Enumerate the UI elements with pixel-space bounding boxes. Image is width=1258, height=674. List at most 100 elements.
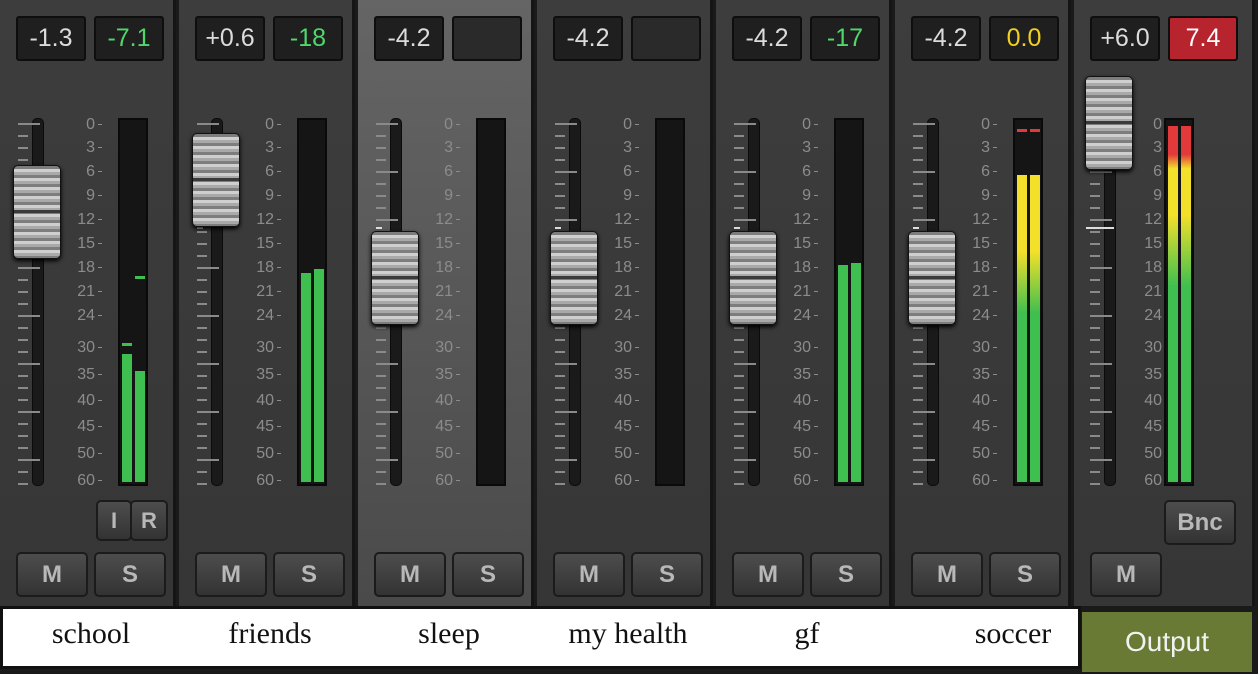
fader-scale-tick [18, 327, 28, 329]
meter-scale-label: 35 [65, 367, 102, 383]
fader-scale-tick [18, 291, 28, 293]
solo-button[interactable]: S [989, 552, 1061, 597]
meter-scale-label: 45 [423, 419, 460, 435]
fader-scale-tick [18, 315, 40, 317]
mute-button[interactable]: M [195, 552, 267, 597]
fader-scale-tick [913, 387, 923, 389]
fader-scale-tick [376, 159, 386, 161]
meter-scale-label: 50 [65, 446, 102, 462]
volume-display: -4.2 [374, 16, 444, 61]
meter-scale-label: 24 [65, 308, 102, 324]
fader-scale-tick [555, 435, 565, 437]
fader-scale-tick [913, 159, 923, 161]
fader-scale-tick [376, 147, 386, 149]
channel-strip[interactable]: -1.3 -7.1 0 3 6 9 12 15 18 21 24 30 35 40 45 50 60 I R M S [0, 0, 176, 606]
meter-scale-label: 40 [65, 393, 102, 409]
fader-handle[interactable] [371, 231, 419, 325]
meter-scale-label: 24 [602, 308, 639, 324]
fader-scale-tick [913, 447, 923, 449]
fader-scale-tick [913, 147, 923, 149]
fader-scale-tick [734, 435, 744, 437]
fader-scale-tick [376, 207, 386, 209]
meter-scale-label: 60 [423, 473, 460, 489]
meter-scale-label: 35 [244, 367, 281, 383]
fader-scale-tick [376, 195, 386, 197]
solo-button[interactable]: S [273, 552, 345, 597]
meter-scale-label: 3 [244, 140, 281, 156]
meter-scale-label: 3 [781, 140, 818, 156]
meter-scale-label: 18 [1132, 260, 1169, 276]
mute-button[interactable]: M [374, 552, 446, 597]
meter-scale-label: 0 [960, 117, 997, 133]
mute-button[interactable]: M [911, 552, 983, 597]
meter-scale-label: 6 [244, 164, 281, 180]
channel-strip[interactable]: +0.6 -18 0 3 6 9 12 15 18 21 24 30 35 40 45 50 60 M S [179, 0, 355, 606]
bounce-button[interactable]: Bnc [1164, 500, 1236, 545]
fader-scale-tick [376, 327, 386, 329]
fader-scale-tick [734, 123, 756, 125]
fader-scale-tick [18, 387, 28, 389]
peak-display: 0.0 [989, 16, 1059, 61]
meter-bar [1181, 126, 1191, 482]
mute-button[interactable]: M [1090, 552, 1162, 597]
fader-handle[interactable] [13, 165, 61, 259]
mute-button[interactable]: M [553, 552, 625, 597]
channel-strip[interactable]: -4.2 0 3 6 9 12 15 18 21 24 30 35 40 45 50 60 M S [358, 0, 534, 606]
channel-strip[interactable]: -4.2 0.0 0 3 6 9 12 15 18 21 24 30 35 40 45 50 60 M S [895, 0, 1071, 606]
record-enable-button[interactable]: R [130, 500, 168, 541]
fader-scale-tick [734, 327, 744, 329]
meter-scale-label: 21 [244, 284, 281, 300]
fader-scale-tick [197, 231, 207, 233]
fader-scale-tick [913, 363, 935, 365]
meter-scale-label: 45 [244, 419, 281, 435]
meter-scale-label: 50 [244, 446, 281, 462]
fader-handle[interactable] [192, 133, 240, 227]
meter-bar [838, 265, 848, 482]
meter-peak-hold [122, 342, 132, 346]
solo-button[interactable]: S [810, 552, 882, 597]
meter-scale-label: 18 [781, 260, 818, 276]
fader-scale-tick [376, 183, 386, 185]
fader-scale-tick [197, 483, 207, 485]
meter-scale-label: 15 [960, 236, 997, 252]
mute-button[interactable]: M [16, 552, 88, 597]
mute-button[interactable]: M [732, 552, 804, 597]
meter-scale-label: 40 [781, 393, 818, 409]
fader-scale-tick [734, 447, 744, 449]
fader-scale-tick [197, 399, 207, 401]
meter-bar [314, 269, 324, 482]
solo-button[interactable]: S [452, 552, 524, 597]
fader-handle[interactable] [550, 231, 598, 325]
fader-handle[interactable] [1085, 76, 1133, 170]
fader-scale-tick [734, 159, 744, 161]
meter-scale-label: 35 [602, 367, 639, 383]
fader-scale-tick [555, 351, 565, 353]
fader-unity-mark [555, 227, 561, 229]
meter-scale-label: 60 [1132, 473, 1169, 489]
output-strip[interactable]: +6.0 7.4 0 3 6 9 12 15 18 21 24 30 35 40 45 50 60 Bnc M [1074, 0, 1255, 606]
fader-scale-tick [18, 375, 28, 377]
meter-scale-label: 60 [960, 473, 997, 489]
solo-button[interactable]: S [94, 552, 166, 597]
meter-peak-hold [1017, 128, 1027, 132]
output-label: Output [1082, 612, 1252, 672]
meter-scale-label: 3 [960, 140, 997, 156]
channel-strip[interactable]: -4.2 -17 0 3 6 9 12 15 18 21 24 30 35 40 45 50 60 M S [716, 0, 892, 606]
fader-handle[interactable] [729, 231, 777, 325]
fader-scale-tick [913, 327, 923, 329]
meter-scale-label: 3 [1132, 140, 1169, 156]
meter-scale-label: 0 [1132, 117, 1169, 133]
fader-scale-tick [376, 447, 386, 449]
fader-scale-tick [913, 219, 935, 221]
meter-scale-label: 24 [423, 308, 460, 324]
meter-bar [135, 370, 145, 482]
fader-scale-tick [1090, 339, 1100, 341]
input-monitor-button[interactable]: I [96, 500, 132, 541]
fader-handle[interactable] [908, 231, 956, 325]
fader-scale-tick [18, 135, 28, 137]
fader-scale-tick [376, 483, 386, 485]
solo-button[interactable]: S [631, 552, 703, 597]
channel-strip[interactable]: -4.2 0 3 6 9 12 15 18 21 24 30 35 40 45 50 60 M S [537, 0, 713, 606]
volume-display: -4.2 [911, 16, 981, 61]
fader-scale-tick [18, 459, 40, 461]
